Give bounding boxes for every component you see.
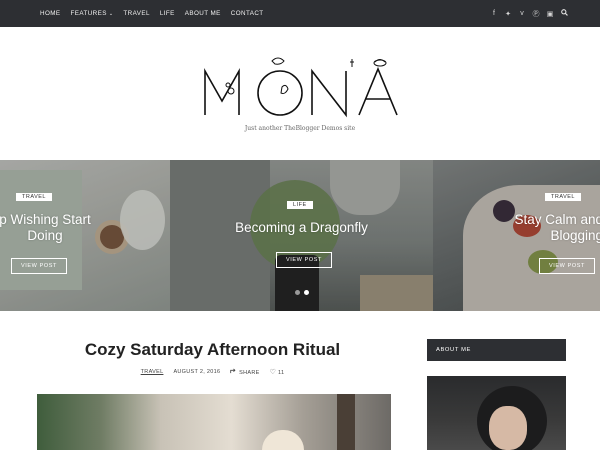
slide-3[interactable]: TRAVEL Stay Calm and Blogging VIEW POST (433, 160, 600, 311)
slide-3-view-post-button[interactable]: VIEW POST (539, 258, 595, 274)
site-logo[interactable] (200, 51, 400, 121)
about-me-widget-header: ABOUT ME (427, 339, 566, 361)
slide-1-title[interactable]: p Wishing Start Doing (0, 212, 98, 244)
nav-item-travel[interactable]: TRAVEL (123, 10, 149, 17)
about-me-photo-face (489, 406, 527, 450)
about-me-title: ABOUT ME (436, 347, 471, 353)
nav-item-home[interactable]: HOME (40, 10, 61, 17)
post-share[interactable]: SHARE (230, 368, 259, 376)
slide-1[interactable]: TRAVEL p Wishing Start Doing VIEW POST (0, 160, 170, 311)
slide-1-category-badge[interactable]: TRAVEL (16, 193, 52, 201)
slide-2-view-post-button[interactable]: VIEW POST (276, 252, 332, 268)
post-likes[interactable]: ♡ 11 (270, 368, 285, 376)
post-featured-image[interactable] (37, 394, 391, 450)
slide-1-title-line-1: p Wishing Start (0, 212, 91, 227)
slide-2-category-badge[interactable]: LIFE (287, 201, 313, 209)
about-me-photo (427, 376, 566, 450)
nav-item-features-label: FEATURES (70, 10, 107, 17)
site-tagline: Just another TheBlogger Demos site (244, 125, 356, 132)
instagram-icon[interactable]: ▣ (546, 10, 554, 18)
slide-3-category-badge[interactable]: TRAVEL (545, 193, 581, 201)
main-menu: HOME FEATURES ⌄ TRAVEL LIFE ABOUT ME CONT… (40, 0, 264, 27)
facebook-icon[interactable]: f (490, 10, 498, 17)
slider-dot-1[interactable] (295, 290, 300, 295)
slide-3-title-line-2: Blogging (550, 228, 600, 243)
vine-icon[interactable]: v (518, 10, 526, 17)
post-share-label: SHARE (239, 370, 260, 376)
slide-3-title[interactable]: Stay Calm and Blogging (491, 212, 600, 244)
post-meta: TRAVEL AUGUST 2, 2016 SHARE ♡ 11 (40, 368, 385, 376)
twitter-icon[interactable]: ✦ (504, 10, 512, 18)
search-icon[interactable] (560, 9, 568, 18)
pinterest-icon[interactable]: Ⓟ (532, 9, 540, 19)
slider-dot-2[interactable] (304, 290, 309, 295)
nav-item-about-me[interactable]: ABOUT ME (185, 10, 221, 17)
top-navigation-bar: HOME FEATURES ⌄ TRAVEL LIFE ABOUT ME CONT… (0, 0, 600, 27)
slide-1-title-line-2: Doing (27, 228, 63, 243)
slide-2-title[interactable]: Becoming a Dragonfly (210, 220, 393, 236)
heart-icon: ♡ (269, 369, 277, 376)
site-header: Just another TheBlogger Demos site (0, 27, 600, 160)
featured-slider: TRAVEL p Wishing Start Doing VIEW POST L… (0, 160, 600, 311)
post-date: AUGUST 2, 2016 (173, 369, 221, 375)
post-image-lamp (262, 430, 304, 450)
slider-pagination (295, 290, 309, 295)
slide-2[interactable]: LIFE Becoming a Dragonfly VIEW POST (170, 160, 433, 311)
chevron-down-icon: ⌄ (108, 11, 114, 17)
share-icon (230, 368, 236, 374)
post-category-link[interactable]: TRAVEL (141, 369, 164, 375)
post-title[interactable]: Cozy Saturday Afternoon Ritual (40, 340, 385, 360)
slide-1-view-post-button[interactable]: VIEW POST (11, 258, 67, 274)
slide-3-title-line-1: Stay Calm and (514, 212, 600, 227)
nav-item-contact[interactable]: CONTACT (231, 10, 264, 17)
post-image-window-frame (337, 394, 355, 450)
nav-item-life[interactable]: LIFE (160, 10, 175, 17)
nav-item-features[interactable]: FEATURES ⌄ (71, 10, 114, 17)
social-links: f ✦ v Ⓟ ▣ (490, 0, 568, 27)
post-likes-count: 11 (278, 370, 285, 376)
